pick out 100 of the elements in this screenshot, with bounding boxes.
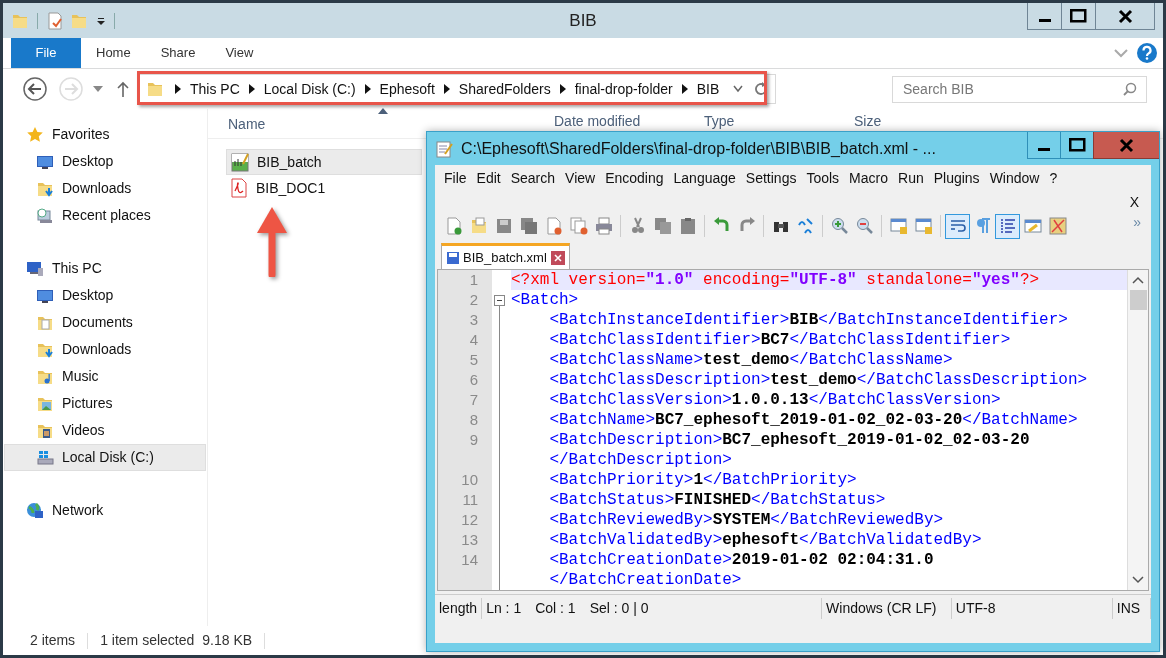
- document-check-icon[interactable]: [46, 11, 64, 30]
- address-bar[interactable]: This PC Local Disk (C:) Ephesoft SharedFolders final-drop-folder BIB: [139, 74, 776, 104]
- menu-item[interactable]: Window: [984, 168, 1045, 189]
- help-icon[interactable]: [1137, 43, 1157, 63]
- menu-item[interactable]: Tools: [801, 168, 845, 189]
- breadcrumb-item[interactable]: Local Disk (C:): [263, 78, 356, 100]
- line-number: 2: [468, 290, 479, 310]
- ribbon-tab[interactable]: File: [11, 38, 81, 68]
- chevron-right-icon[interactable]: [363, 84, 372, 94]
- menu-item[interactable]: File: [439, 168, 472, 189]
- chevron-right-icon[interactable]: [680, 84, 689, 94]
- line-number: 8: [468, 410, 479, 430]
- chevron-right-icon[interactable]: [442, 84, 451, 94]
- chevron-right-icon[interactable]: [174, 84, 182, 94]
- navigation-item[interactable]: Music: [4, 363, 206, 390]
- close-all-icon: [569, 217, 588, 235]
- open-folder-icon: [469, 217, 488, 235]
- minimize-icon: [1038, 147, 1050, 151]
- breadcrumb-item[interactable]: SharedFolders: [458, 78, 551, 100]
- window-title: BIB: [569, 9, 597, 32]
- menu-item[interactable]: Macro: [844, 168, 893, 189]
- dropdown-icon[interactable]: [96, 15, 106, 26]
- breadcrumb-item[interactable]: BIB: [696, 78, 720, 100]
- maximize-icon: [1070, 9, 1087, 23]
- minimize-icon: [1038, 18, 1051, 22]
- menu-item[interactable]: View: [560, 168, 601, 189]
- line-number: 7: [468, 390, 479, 410]
- navigation-item[interactable]: Desktop: [4, 148, 206, 175]
- navigation-item[interactable]: Local Disk (C:): [4, 444, 206, 471]
- column-header[interactable]: Size: [854, 112, 882, 130]
- navigation-item[interactable]: Downloads: [4, 336, 206, 363]
- breadcrumb-item[interactable]: final-drop-folder: [574, 78, 673, 100]
- close-file-icon: [544, 217, 563, 235]
- chevron-up-icon[interactable]: [1132, 276, 1144, 284]
- close-icon[interactable]: [550, 250, 565, 265]
- column-header[interactable]: Name: [228, 115, 266, 133]
- chart-document-icon: [231, 152, 249, 172]
- code-line: <BatchDescription>BC7_ephesoft_2019-01-02_02-03-20: [548, 430, 1031, 450]
- navigation-item[interactable]: Downloads: [4, 175, 206, 202]
- search-icon[interactable]: [1123, 81, 1137, 96]
- navigation-item[interactable]: This PC: [4, 255, 206, 282]
- save-icon: [494, 217, 513, 235]
- chevron-right-icon[interactable]: [247, 84, 256, 94]
- chevron-right-icon[interactable]: [558, 84, 567, 94]
- close-menu-button[interactable]: X: [1129, 192, 1139, 212]
- annotation-arrow: [255, 205, 289, 277]
- menu-item[interactable]: Search: [505, 168, 561, 189]
- code-line: <BatchPriority>1</BatchPriority>: [548, 470, 858, 490]
- menu-item[interactable]: Run: [893, 168, 929, 189]
- menu-item[interactable]: Settings: [740, 168, 802, 189]
- item-count: 2 items: [30, 631, 76, 650]
- printer-icon: [594, 217, 613, 235]
- insert-mode: INS: [1112, 597, 1151, 619]
- explorer-item[interactable]: BIB_DOC1: [226, 175, 422, 201]
- menu-item[interactable]: Language: [668, 168, 741, 189]
- up-arrow-icon[interactable]: [117, 81, 129, 97]
- line-position: Ln : 1: [485, 598, 523, 618]
- navigation-item[interactable]: Favorites: [4, 121, 206, 148]
- paste-icon: [678, 217, 697, 235]
- map-icon: [1048, 217, 1067, 235]
- navigation-item[interactable]: Network: [4, 497, 206, 524]
- scrollbar[interactable]: [1127, 270, 1148, 590]
- line-number: 5: [468, 350, 479, 370]
- code-line: </BatchCreationDate>: [548, 570, 743, 590]
- line-number: 9: [468, 430, 479, 450]
- navigation-item[interactable]: Pictures: [4, 390, 206, 417]
- navigation-item[interactable]: Videos: [4, 417, 206, 444]
- menu-item[interactable]: Encoding: [600, 168, 669, 189]
- code-line: <BatchInstanceIdentifier>BIB</BatchInstanceIdentifier>: [548, 310, 1069, 330]
- column-header[interactable]: Type: [704, 112, 735, 130]
- explorer-item[interactable]: BIB_batch: [226, 149, 422, 175]
- search-field[interactable]: Search BIB: [892, 75, 1147, 103]
- navigation-item[interactable]: Desktop: [4, 282, 206, 309]
- menu-item[interactable]: Plugins: [928, 168, 985, 189]
- menu-item[interactable]: ?: [1044, 168, 1063, 189]
- menu-item[interactable]: Edit: [471, 168, 506, 189]
- scrollbar-thumb[interactable]: [1129, 290, 1147, 310]
- code-line: <BatchClassName>test_demo</BatchClassName>: [548, 350, 954, 370]
- navigation-item[interactable]: Documents: [4, 309, 206, 336]
- dropdown-chevron-icon[interactable]: [733, 85, 743, 93]
- file-tab[interactable]: BIB_batch.xml: [441, 243, 570, 269]
- line-number: 3: [468, 310, 479, 330]
- line-number: 14: [460, 550, 479, 570]
- column-header[interactable]: Date modified: [554, 112, 641, 130]
- navigation-item[interactable]: Recent places: [4, 202, 206, 229]
- fold-toggle-icon[interactable]: [494, 295, 505, 306]
- panel-icon: [1023, 217, 1042, 235]
- minimize-button[interactable]: [1027, 132, 1060, 159]
- wrap-button[interactable]: [945, 213, 970, 239]
- code-line: <BatchName>BC7_ephesoft_2019-01-02_02-03-20</BatchName>: [548, 410, 1079, 430]
- breadcrumb-item[interactable]: This PC: [190, 78, 240, 100]
- back-icon[interactable]: [23, 77, 47, 101]
- breadcrumb-item[interactable]: Ephesoft: [379, 78, 435, 100]
- indent-guide-button[interactable]: [995, 213, 1020, 239]
- recent-places-icon: [36, 206, 54, 225]
- sort-arrow-icon: [378, 108, 388, 114]
- code-line: </BatchDescription>: [548, 450, 733, 470]
- code-line: <BatchClassDescription>test_demo</BatchClassDescription>: [548, 370, 1089, 390]
- chevron-down-icon[interactable]: [1132, 576, 1144, 584]
- close-icon: [1117, 8, 1133, 24]
